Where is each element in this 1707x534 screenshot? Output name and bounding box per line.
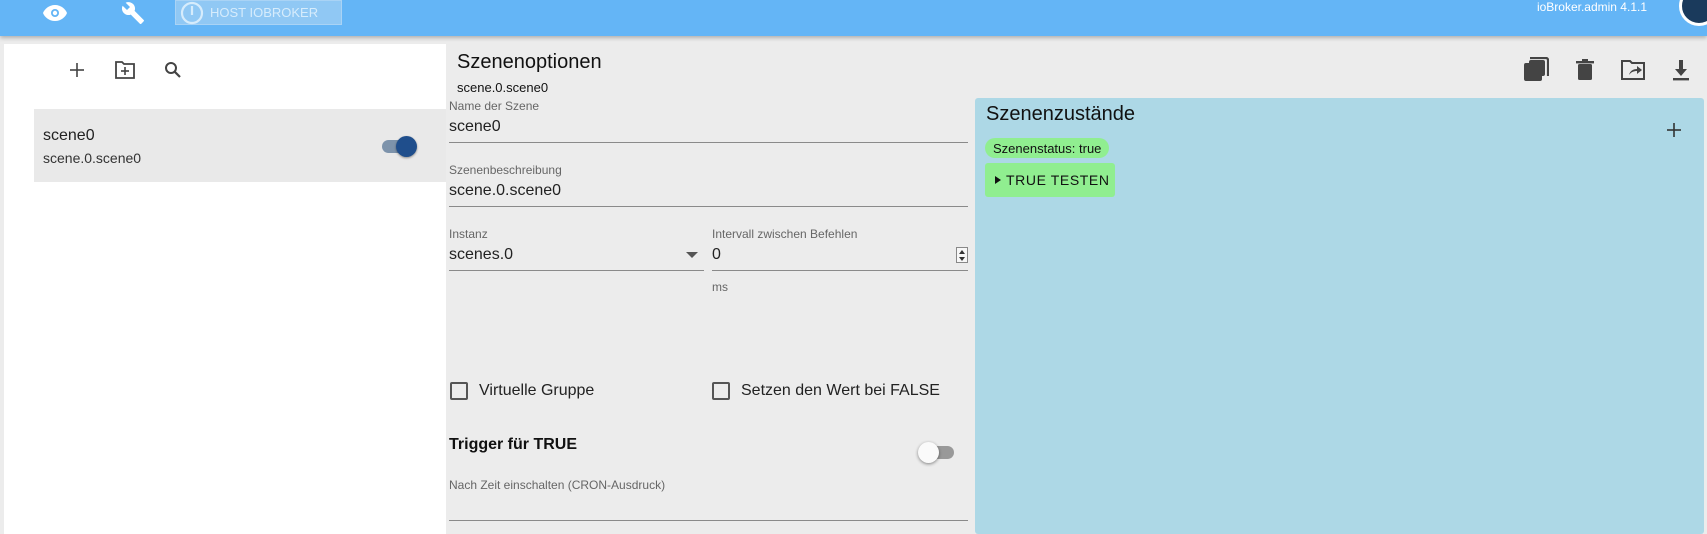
scene-name-input[interactable]: scene0 [449,118,968,136]
trigger-switch[interactable] [918,440,958,464]
delete-scene-button[interactable] [1571,56,1599,84]
scene-list-toolbar [64,57,186,83]
switch-thumb [396,136,417,157]
scene-enable-switch[interactable] [380,135,418,157]
search-button[interactable] [160,57,186,83]
scene-item-name: scene0 [43,127,95,144]
switch-thumb [918,442,939,463]
options-title: Szenenoptionen [457,51,602,73]
virtual-group-checkbox[interactable]: Virtuelle Gruppe [450,382,594,400]
scene-options-panel: Szenenoptionen scene.0.scene0 Name der S… [446,44,974,534]
scene-description-label: Szenenbeschreibung [449,163,562,177]
cron-input[interactable] [449,520,968,521]
delete-icon [1576,59,1594,80]
folder-plus-icon [115,61,135,79]
scene-name-field[interactable]: Name der Szene scene0 [449,99,968,143]
test-true-button[interactable]: TRUE TESTEN [985,163,1115,197]
interval-input[interactable]: 0 [712,246,721,264]
scene-list-item[interactable]: scene0 scene.0.scene0 [34,109,446,182]
chevron-down-icon [686,252,698,258]
instance-select[interactable]: Instanz scenes.0 [449,227,704,271]
test-true-label: TRUE TESTEN [1006,172,1110,188]
copy-scene-button[interactable] [1522,56,1550,84]
set-false-checkbox[interactable]: Setzen den Wert bei FALSE [712,382,940,400]
trigger-title: Trigger für TRUE [449,436,578,453]
copy-icon [1524,57,1549,81]
add-state-button[interactable] [1662,118,1686,142]
instance-label: Instanz [449,227,488,241]
interval-unit: ms [712,280,728,294]
checkbox-box[interactable] [450,382,468,400]
scene-list-panel: scene0 scene.0.scene0 [4,44,446,534]
download-scene-button[interactable] [1667,56,1695,84]
host-selector[interactable]: HOST IOBROKER [175,0,342,25]
number-stepper[interactable] [956,247,968,263]
checkbox-box[interactable] [712,382,730,400]
plus-icon [1667,123,1681,137]
set-false-label: Setzen den Wert bei FALSE [741,382,940,399]
scene-description-input[interactable]: scene.0.scene0 [449,182,968,200]
play-icon [995,176,1001,184]
cron-field[interactable]: Nach Zeit einschalten (CRON-Ausdruck) [449,478,968,521]
cron-label: Nach Zeit einschalten (CRON-Ausdruck) [449,478,666,492]
scene-item-id: scene.0.scene0 [43,150,142,166]
wrench-icon[interactable] [118,0,148,26]
power-icon [180,1,204,24]
export-scene-button[interactable] [1619,56,1647,84]
interval-label: Intervall zwischen Befehlen [712,227,858,241]
interval-field[interactable]: Intervall zwischen Befehlen 0 [712,227,968,271]
scene-name-label: Name der Szene [449,99,540,113]
add-scene-button[interactable] [64,57,90,83]
states-title: Szenenzustände [986,103,1136,125]
app-header: HOST IOBROKER ioBroker.admin 4.1.1 [0,0,1707,36]
avatar[interactable] [1679,0,1707,26]
host-label: HOST IOBROKER [210,5,319,20]
search-icon [165,62,181,78]
scene-status-badge: Szenenstatus: true [985,138,1110,158]
scene-states-panel: Szenenzustände Szenenstatus: true TRUE T… [975,98,1704,534]
download-icon [1673,60,1689,81]
eye-icon[interactable] [40,0,70,26]
instance-value: scenes.0 [449,246,514,263]
scene-description-field[interactable]: Szenenbeschreibung scene.0.scene0 [449,163,968,207]
plus-icon [70,63,84,77]
virtual-group-label: Virtuelle Gruppe [479,382,595,399]
add-folder-button[interactable] [112,57,138,83]
options-scene-id: scene.0.scene0 [457,80,549,95]
export-icon [1621,60,1645,80]
version-label: ioBroker.admin 4.1.1 [1536,0,1647,14]
